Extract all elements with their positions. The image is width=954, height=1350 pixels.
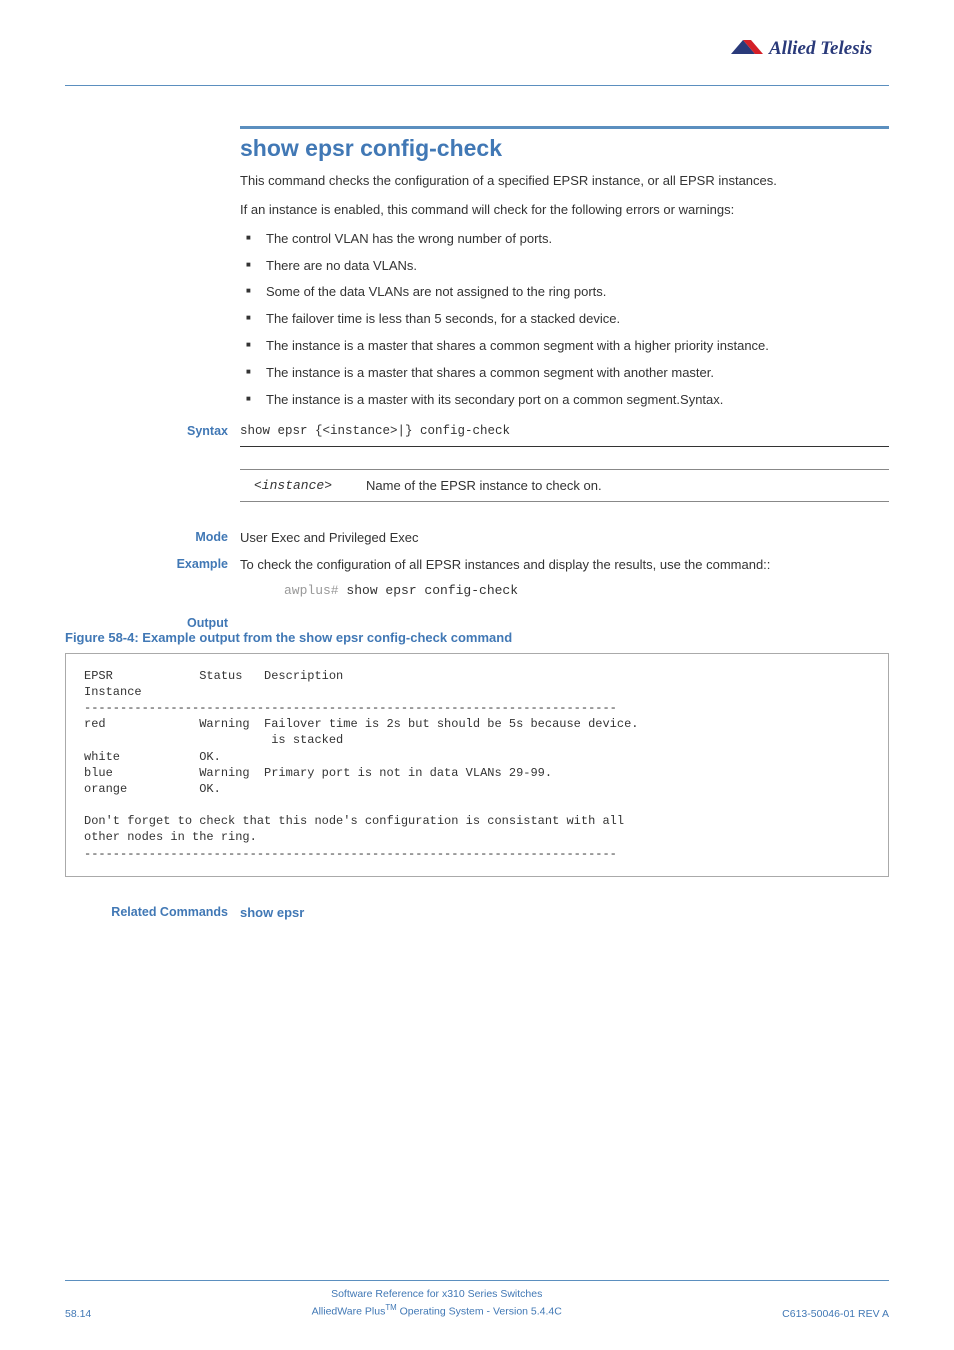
related-label: Related Commands (65, 905, 240, 920)
figure-caption: Figure 58-4: Example output from the sho… (65, 630, 889, 645)
list-item: The instance is a master that shares a c… (240, 364, 889, 383)
prompt: awplus# (284, 583, 339, 598)
output-label: Output (65, 616, 240, 630)
example-command-line: awplus# show epsr config-check (240, 582, 889, 598)
example-row: Example To check the configuration of al… (240, 557, 889, 572)
example-text: To check the configuration of all EPSR i… (240, 557, 770, 572)
syntax-rule (240, 446, 889, 447)
brand-logo: Allied Telesis (729, 36, 889, 63)
intro-para-2: If an instance is enabled, this command … (240, 201, 889, 220)
syntax-label: Syntax (65, 424, 240, 438)
page-footer: 58.14 Software Reference for x310 Series… (65, 1280, 889, 1320)
page-title: show epsr config-check (240, 135, 889, 162)
error-list: The control VLAN has the wrong number of… (240, 230, 889, 410)
table-row: <instance> Name of the EPSR instance to … (240, 469, 889, 501)
param-name: <instance> (240, 469, 360, 501)
footer-rule (65, 1280, 889, 1281)
example-label: Example (65, 557, 240, 571)
mode-text: User Exec and Privileged Exec (240, 530, 418, 545)
command-text: show epsr config-check (339, 583, 518, 598)
footer-line-1: Software Reference for x310 Series Switc… (312, 1287, 562, 1302)
footer-line-2: AlliedWare PlusTM Operating System - Ver… (312, 1302, 562, 1320)
syntax-command: show epsr {<instance>|} config-check (240, 424, 510, 438)
list-item: The control VLAN has the wrong number of… (240, 230, 889, 249)
list-item: The failover time is less than 5 seconds… (240, 310, 889, 329)
doc-id: C613-50046-01 REV A (782, 1308, 889, 1320)
syntax-row: Syntax show epsr {<instance>|} config-ch… (240, 424, 889, 438)
footer-center: Software Reference for x310 Series Switc… (312, 1287, 562, 1320)
brand-text: Allied Telesis (768, 38, 872, 59)
footer-version: Operating System - Version 5.4.4C (397, 1306, 562, 1318)
mode-row: Mode User Exec and Privileged Exec (240, 530, 889, 545)
title-rule (240, 126, 889, 129)
list-item: Some of the data VLANs are not assigned … (240, 283, 889, 302)
header-rule (65, 85, 889, 86)
output-box: EPSR Status Description Instance -------… (65, 653, 889, 877)
footer-product: AlliedWare Plus (312, 1306, 386, 1318)
related-row: Related Commands show epsr (240, 905, 889, 920)
intro-para-1: This command checks the configuration of… (240, 172, 889, 191)
mode-label: Mode (65, 530, 240, 544)
trademark: TM (385, 1303, 396, 1312)
list-item: There are no data VLANs. (240, 257, 889, 276)
list-item: The instance is a master that shares a c… (240, 337, 889, 356)
param-desc: Name of the EPSR instance to check on. (360, 469, 889, 501)
list-item: The instance is a master with its second… (240, 391, 889, 410)
page-number: 58.14 (65, 1308, 91, 1320)
parameter-table: <instance> Name of the EPSR instance to … (240, 469, 889, 502)
related-link[interactable]: show epsr (240, 905, 304, 920)
